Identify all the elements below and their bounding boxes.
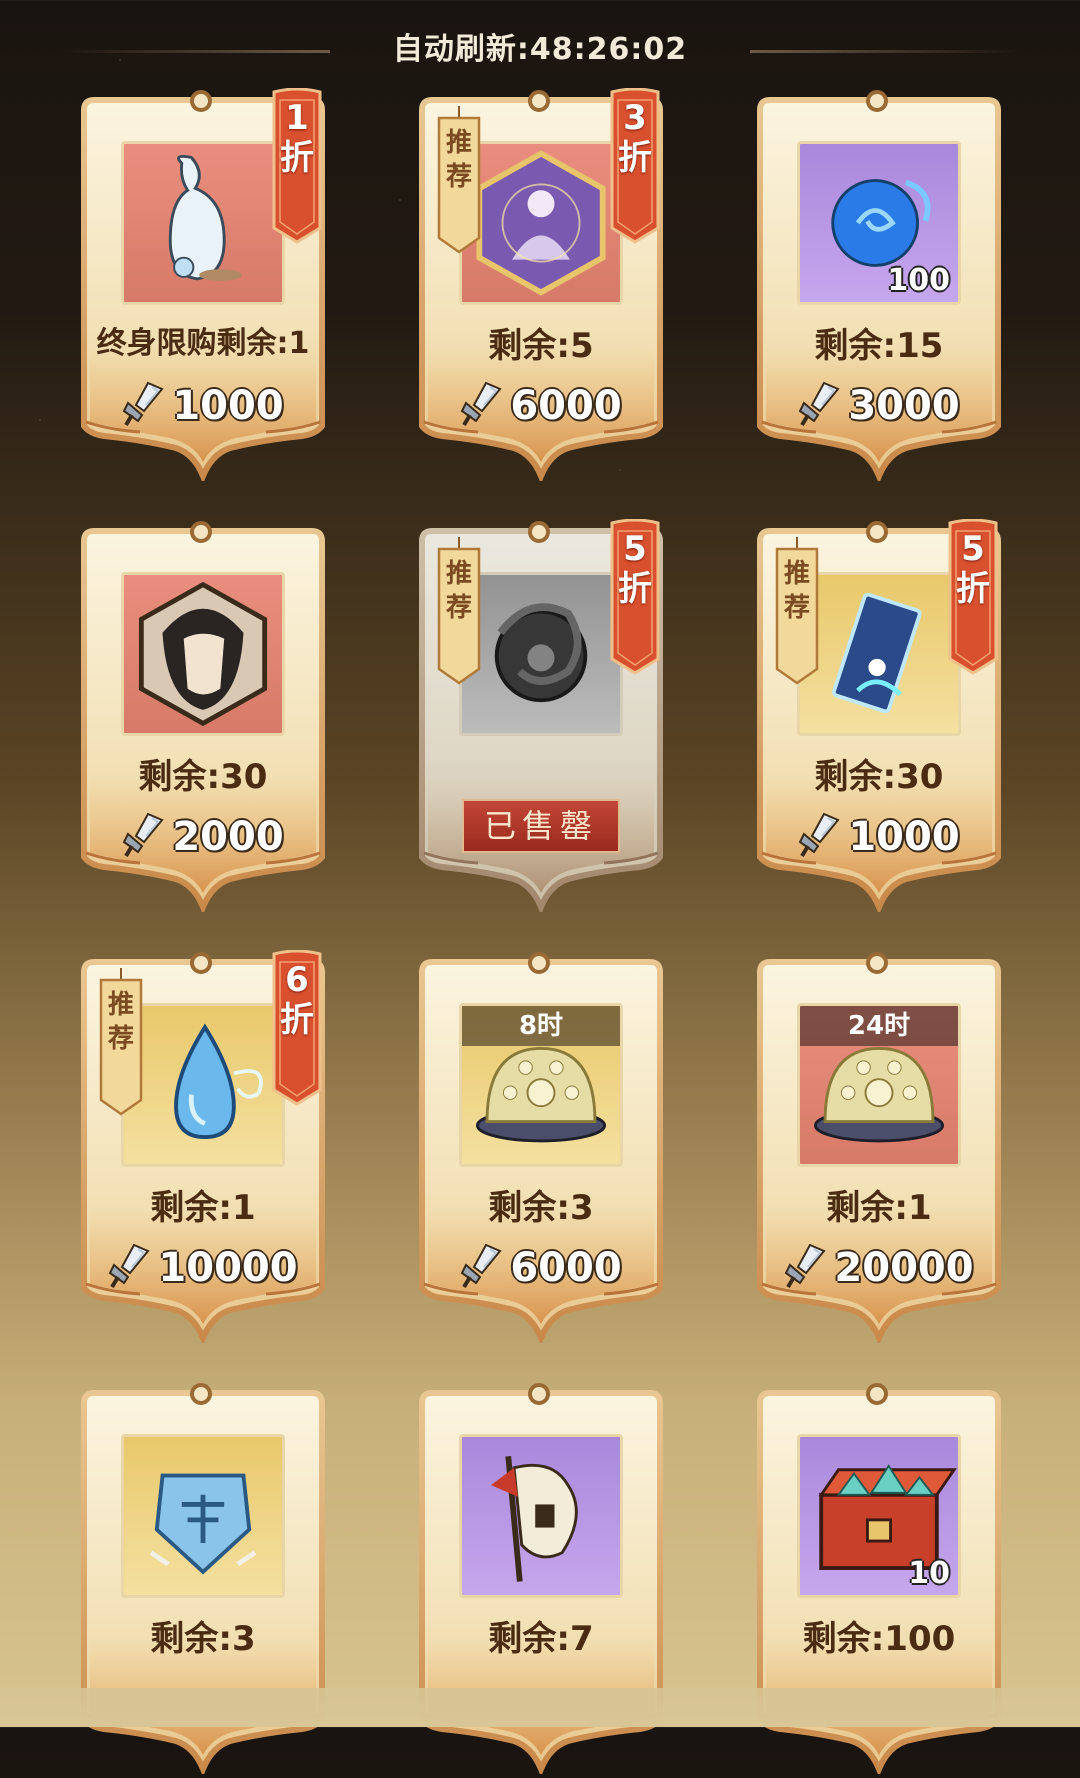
discount-label: 5折 [618,529,652,609]
remaining-stock: 剩余:7 [488,1619,594,1659]
price-amount: 6000 [510,383,622,429]
discount-badge: 1折 [272,87,322,244]
price-amount: 2000 [172,814,284,860]
recommend-label: 推荐 [107,990,134,1054]
recommend-label: 推荐 [445,559,472,623]
discount-badge: 5折 [610,518,660,675]
price-tag: 2000 [80,807,326,867]
recommend-label: 推荐 [445,128,472,192]
remaining-stock: 剩余:30 [814,757,944,797]
shop-item-card[interactable]: 8时剩余:3 6000 [418,952,664,1346]
item-icon-frame: 100 [797,141,961,305]
remaining-stock: 剩余:100 [802,1619,956,1659]
card-ring-ornament [528,90,550,112]
item-icon-frame [121,572,285,736]
price-tag: 10000 [80,1238,326,1298]
discount-label: 6折 [280,960,314,1040]
item-quantity: 10 [908,1556,950,1591]
recommend-tag: 推荐 [436,106,482,256]
discount-label: 1折 [280,98,314,178]
remaining-stock: 剩余:1 [826,1188,932,1228]
refresh-header: 自动刷新:48:26:02 [0,22,1080,82]
crystal-spear-icon [798,381,842,431]
item-icon-frame: 24时 [797,1003,961,1167]
item-icon-frame [459,572,623,736]
shop-item-card[interactable]: 推荐 5折剩余:30 1000 [756,518,1002,915]
card-ring-ornament [190,90,212,112]
price-tag: 3000 [756,376,1002,436]
remaining-stock: 剩余:3 [488,1188,594,1228]
remaining-stock: 剩余:15 [814,326,944,366]
duration-tag: 8时 [462,1006,620,1046]
crystal-spear-icon [784,1243,828,1293]
card-ring-ornament [528,521,550,543]
recommend-tag: 推荐 [774,537,820,687]
remaining-stock: 剩余:3 [150,1619,256,1659]
shop-item-card[interactable]: 推荐 5折已售罄 [418,518,664,915]
card-ring-ornament [866,1383,888,1405]
item-icon-frame [459,141,623,305]
card-ring-ornament [528,1383,550,1405]
remaining-stock: 剩余:1 [150,1188,256,1228]
recommend-tag: 推荐 [436,537,482,687]
recommend-label: 推荐 [783,559,810,623]
crystal-spear-icon [460,1243,504,1293]
price-tag: 6000 [418,1238,664,1298]
refresh-timer: 自动刷新:48:26:02 [392,32,688,67]
scroll-bottom-edge [0,1688,1080,1727]
shop-item-card[interactable]: 1折终身限购剩余:1 1000 [80,87,326,484]
card-ring-ornament [190,1383,212,1405]
item-icon-frame [121,1434,285,1598]
remaining-stock: 剩余:30 [138,757,268,797]
price-amount: 1000 [172,383,284,429]
crystal-spear-icon [122,812,166,862]
shop-item-card[interactable]: 推荐 6折剩余:1 10000 [80,949,326,1346]
shop-item-card[interactable]: 推荐 3折剩余:5 6000 [418,87,664,484]
header-divider-right [750,50,1020,53]
price-tag: 1000 [80,376,326,436]
crystal-spear-icon [798,812,842,862]
card-ring-ornament [866,952,888,974]
card-ring-ornament [866,90,888,112]
crystal-spear-icon [460,381,504,431]
price-amount: 10000 [158,1245,298,1291]
price-amount: 1000 [848,814,960,860]
discount-label: 3折 [618,98,652,178]
item-icon-frame [459,1434,623,1598]
item-icon-frame [121,1003,285,1167]
remaining-stock: 剩余:5 [488,326,594,366]
price-tag: 6000 [418,376,664,436]
card-ring-ornament [190,952,212,974]
item-icon-frame: 10 [797,1434,961,1598]
price-tag: 1000 [756,807,1002,867]
shop-item-card[interactable]: 剩余:30 2000 [80,521,326,915]
crystal-spear-icon [122,381,166,431]
item-icon-frame [797,572,961,736]
discount-badge: 6折 [272,949,322,1106]
crystal-spear-icon [108,1243,152,1293]
remaining-stock: 终身限购剩余:1 [96,326,310,361]
item-icon-frame: 8时 [459,1003,623,1167]
duration-tag: 24时 [800,1006,958,1046]
shop-item-card[interactable]: 24时剩余:1 20000 [756,952,1002,1346]
card-ring-ornament [528,952,550,974]
card-ring-ornament [866,521,888,543]
price-tag: 20000 [756,1238,1002,1298]
sold-out-badge: 已售罄 [462,799,620,853]
item-icon-frame [121,141,285,305]
discount-badge: 3折 [610,87,660,244]
discount-label: 5折 [956,529,990,609]
discount-badge: 5折 [948,518,998,675]
card-ring-ornament [190,521,212,543]
price-amount: 6000 [510,1245,622,1291]
price-amount: 20000 [834,1245,974,1291]
recommend-tag: 推荐 [98,968,144,1118]
shop-item-card[interactable]: 100 剩余:15 3000 [756,90,1002,484]
price-amount: 3000 [848,383,960,429]
header-divider-left [60,50,330,53]
item-quantity: 100 [887,263,950,298]
